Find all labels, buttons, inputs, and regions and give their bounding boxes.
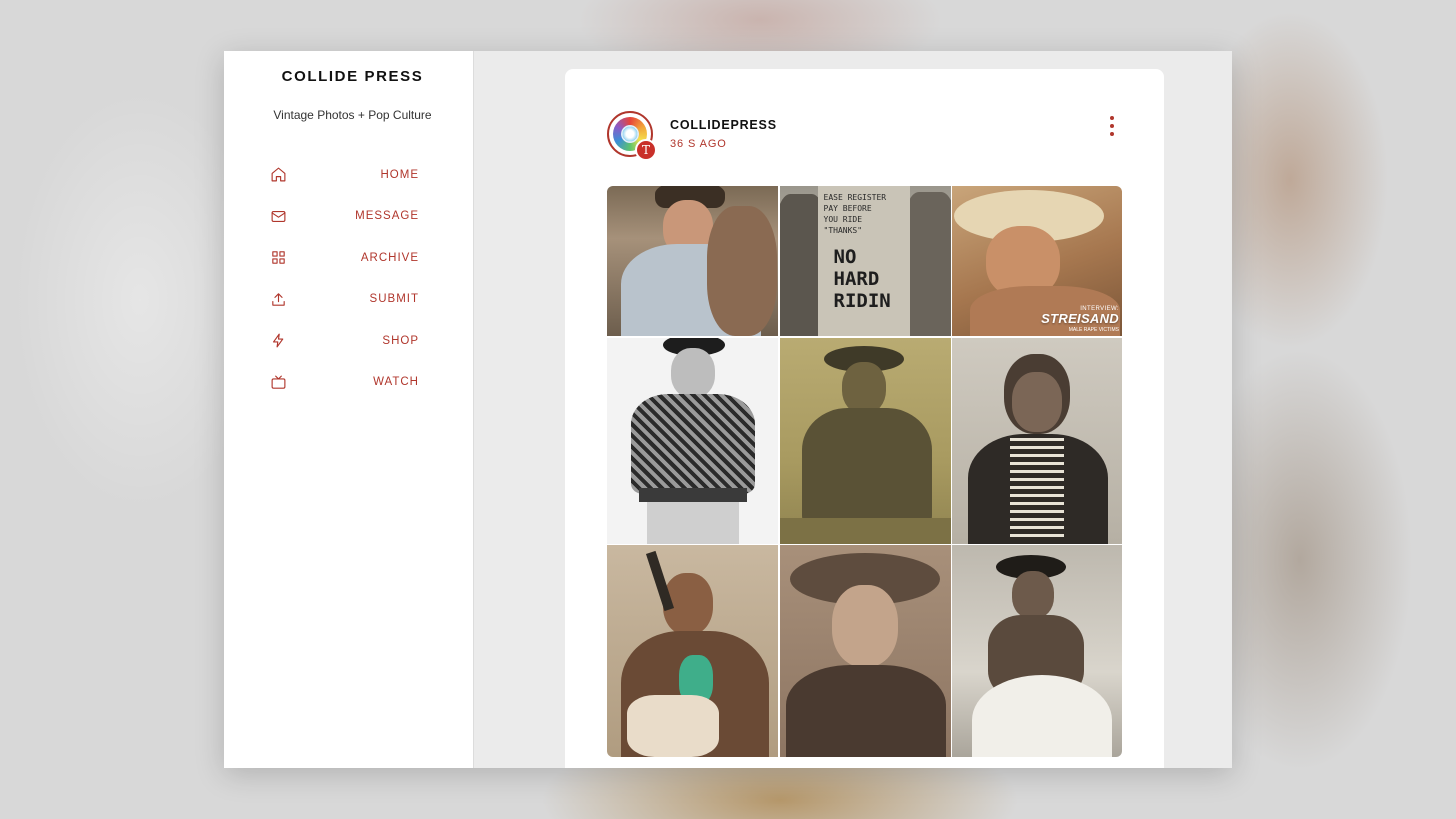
post-card: T COLLIDEPRESS 36 S AGO EASE REGISTER PA… (565, 69, 1164, 768)
photo-figure (801, 407, 932, 528)
photo-figure (627, 695, 719, 757)
sign-line: "THANKS" (823, 226, 863, 235)
photo-figure (841, 361, 886, 414)
photo-6[interactable] (952, 337, 1122, 544)
post-header: T COLLIDEPRESS 36 S AGO (607, 111, 777, 161)
post-author[interactable]: COLLIDEPRESS (670, 118, 777, 132)
sign-big-text: NO HARD RIDIN (834, 246, 891, 312)
more-dot-icon (1110, 116, 1114, 120)
photo-figure (647, 501, 739, 544)
sign-line: PAY BEFORE (823, 204, 872, 213)
photo-1[interactable] (607, 186, 778, 336)
more-dot-icon (1110, 132, 1114, 136)
sidebar-nav: HOME MESSAGE ARCHIVE SUBMIT SHOP WATCH (224, 154, 473, 403)
lightning-icon (272, 333, 284, 348)
photo-figure (779, 517, 951, 544)
photo-figure (1012, 571, 1054, 619)
photo-figure (972, 675, 1112, 757)
sign-line: RIDIN (833, 290, 891, 312)
sign-line: YOU RIDE (823, 215, 863, 224)
post-meta: COLLIDEPRESS 36 S AGO (670, 118, 777, 150)
photo-figure (1012, 371, 1062, 432)
blog-window: COLLIDE PRESS Vintage Photos + Pop Cultu… (224, 51, 1232, 768)
photo-figure (707, 206, 777, 336)
more-dot-icon (1110, 124, 1114, 128)
photo-3[interactable]: INTERVIEW: STREISAND MALE RAPE VICTIMS (952, 186, 1122, 336)
blog-description: Vintage Photos + Pop Culture (273, 108, 432, 122)
blog-title[interactable]: COLLIDE PRESS (232, 68, 473, 85)
nav-item-submit[interactable]: SUBMIT (224, 279, 473, 321)
photo-figure (785, 665, 946, 757)
nav-label-home: HOME (380, 168, 419, 181)
photo-5[interactable] (779, 337, 951, 544)
more-options-button[interactable] (1108, 116, 1116, 136)
photo-8[interactable] (779, 545, 951, 757)
nav-item-archive[interactable]: ARCHIVE (224, 237, 473, 279)
nav-item-home[interactable]: HOME (224, 154, 473, 196)
photo-figure (631, 393, 755, 494)
grid-icon (272, 251, 285, 264)
home-icon (271, 167, 286, 182)
photo-2[interactable]: EASE REGISTER PAY BEFORE YOU RIDE "THANK… (779, 186, 951, 336)
nav-item-watch[interactable]: WATCH (224, 362, 473, 404)
photoset: EASE REGISTER PAY BEFORE YOU RIDE "THANK… (607, 186, 1122, 757)
sign-line: HARD (833, 268, 880, 290)
photo-9[interactable] (952, 545, 1122, 757)
photo-7[interactable] (607, 545, 778, 757)
nav-label-message: MESSAGE (355, 210, 419, 223)
nav-item-shop[interactable]: SHOP (224, 320, 473, 362)
sign-line: NO (833, 246, 857, 268)
tv-icon (271, 375, 286, 389)
post-timestamp[interactable]: 36 S AGO (670, 138, 777, 150)
nav-label-shop: SHOP (382, 334, 419, 347)
nav-label-watch: WATCH (373, 376, 419, 389)
mail-icon (271, 210, 286, 222)
nav-label-submit: SUBMIT (369, 293, 419, 306)
magazine-title: STREISAND (1041, 311, 1119, 326)
sidebar: COLLIDE PRESS Vintage Photos + Pop Cultu… (224, 51, 474, 768)
photo-figure (1010, 437, 1064, 538)
photo-figure (831, 585, 898, 667)
nav-item-message[interactable]: MESSAGE (224, 196, 473, 238)
photo-figure (639, 487, 747, 502)
sign-small-text: EASE REGISTER PAY BEFORE YOU RIDE "THANK… (824, 192, 887, 236)
upload-icon (272, 293, 285, 306)
nav-label-archive: ARCHIVE (360, 251, 419, 264)
magazine-tag: MALE RAPE VICTIMS (1068, 327, 1119, 333)
photo-figure (671, 347, 715, 398)
sign-line: EASE REGISTER (823, 193, 887, 202)
avatar[interactable]: T (607, 111, 657, 161)
tumblr-badge-icon: T (635, 139, 657, 161)
photo-4[interactable] (607, 337, 778, 544)
main-content: T COLLIDEPRESS 36 S AGO EASE REGISTER PA… (474, 51, 1232, 768)
